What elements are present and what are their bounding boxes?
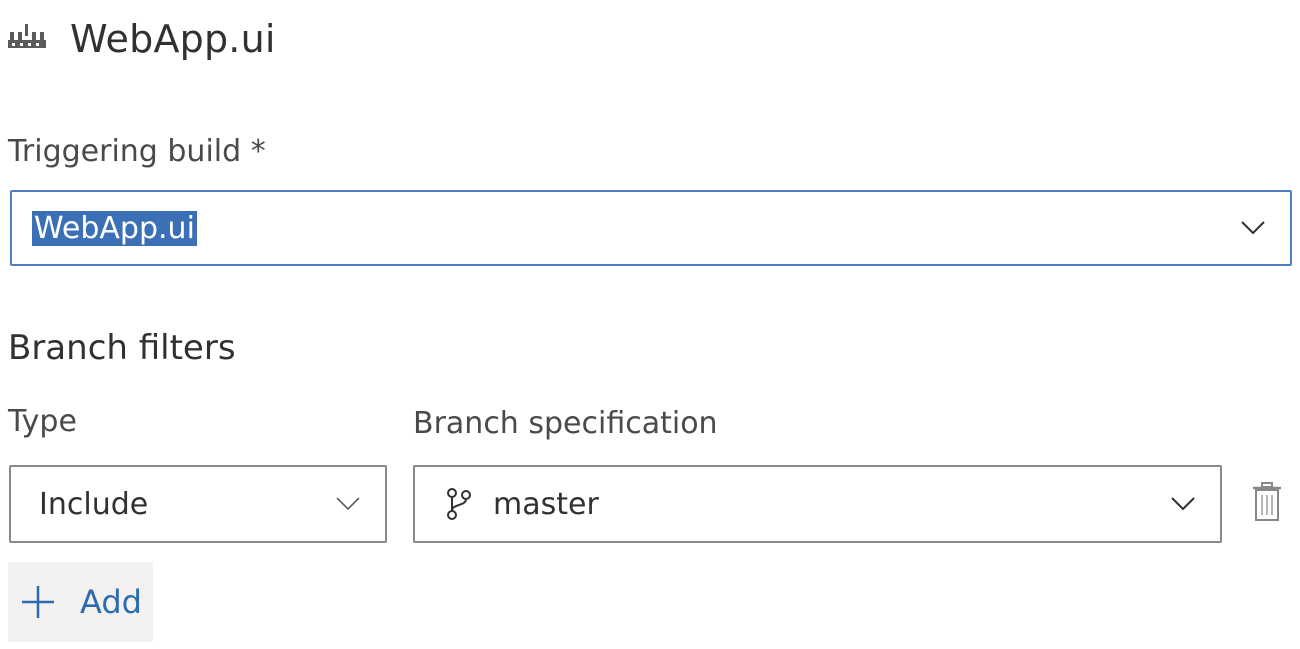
add-label: Add xyxy=(80,583,142,621)
branch-spec-value: master xyxy=(493,486,599,522)
type-dropdown[interactable]: Include xyxy=(9,465,387,543)
release-trigger-panel: WebApp.ui Triggering build * WebApp.ui B… xyxy=(0,0,1300,649)
panel-header: WebApp.ui xyxy=(8,14,276,64)
type-label: Type xyxy=(8,404,77,439)
chevron-down-icon[interactable] xyxy=(335,496,361,512)
branch-filters-heading: Branch filters xyxy=(8,328,236,368)
chevron-down-icon[interactable] xyxy=(1170,496,1196,512)
build-pipeline-icon xyxy=(8,24,46,48)
triggering-build-label: Triggering build * xyxy=(8,134,266,169)
add-button[interactable]: Add xyxy=(8,562,153,642)
triggering-build-dropdown[interactable]: WebApp.ui xyxy=(10,190,1292,266)
branch-spec-dropdown[interactable]: master xyxy=(413,465,1222,543)
type-value: Include xyxy=(39,486,149,522)
plus-icon xyxy=(22,586,54,618)
branch-icon xyxy=(447,488,471,520)
triggering-build-value: WebApp.ui xyxy=(32,210,197,246)
trash-icon[interactable] xyxy=(1250,482,1284,522)
page-title: WebApp.ui xyxy=(70,17,276,61)
branch-spec-label: Branch specification xyxy=(413,406,718,441)
chevron-down-icon[interactable] xyxy=(1240,220,1266,236)
